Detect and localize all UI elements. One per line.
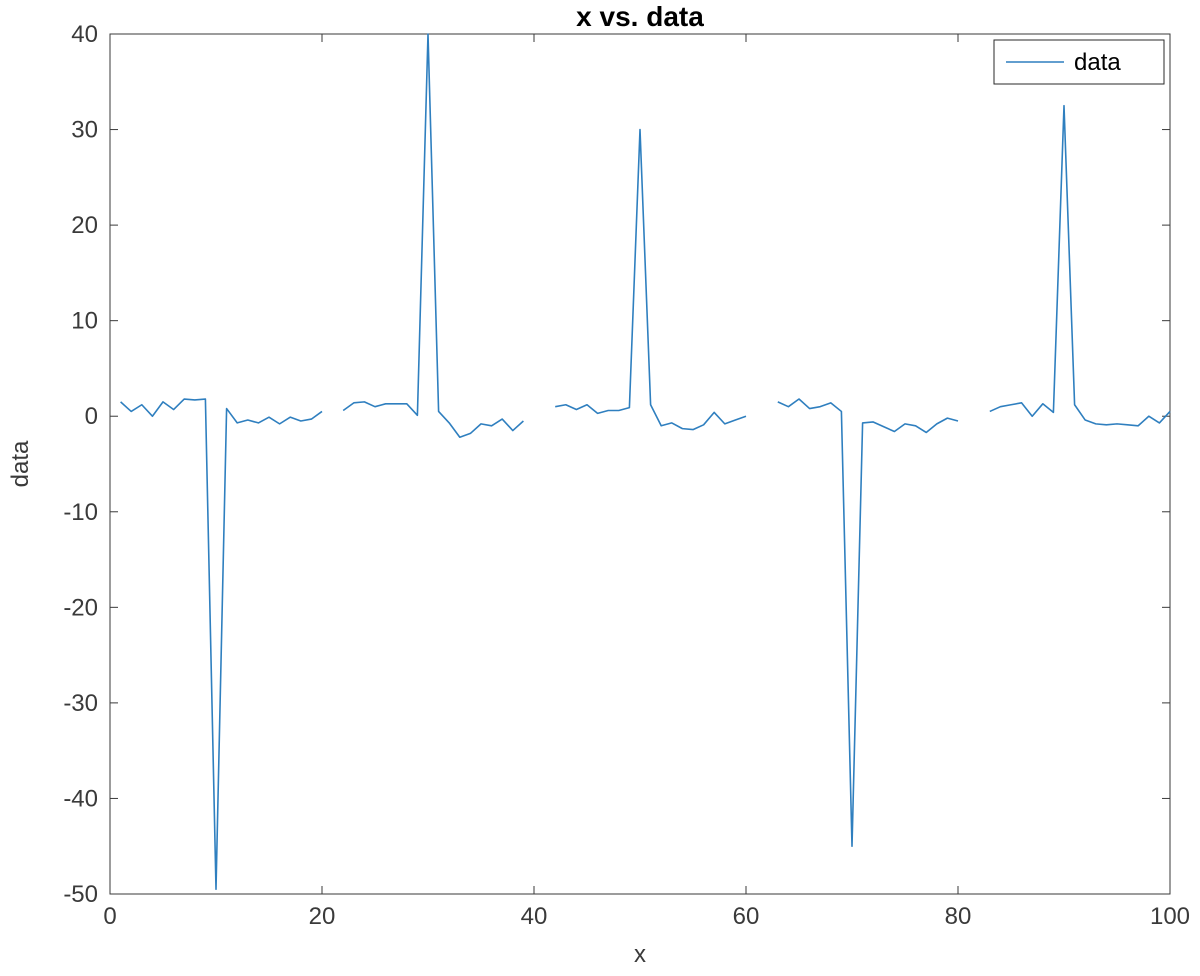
x-tick-label: 0 bbox=[103, 903, 116, 930]
chart-container: x vs. data 020406080100 -50-40-30-20-100… bbox=[0, 0, 1200, 976]
series-line-segment bbox=[121, 399, 322, 889]
y-axis-label: data bbox=[7, 440, 34, 487]
y-tick-label: -10 bbox=[63, 499, 98, 526]
legend: data bbox=[994, 40, 1164, 84]
plot-border bbox=[110, 34, 1170, 894]
y-tick-label: -50 bbox=[63, 881, 98, 908]
y-tick-label: -40 bbox=[63, 785, 98, 812]
x-ticks: 0 20 40 60 80 100 bbox=[103, 34, 1190, 930]
x-tick-label: 60 bbox=[733, 903, 760, 930]
series-line-segment bbox=[343, 34, 523, 437]
legend-entry-label: data bbox=[1074, 49, 1121, 76]
series-line-segment bbox=[778, 399, 958, 846]
y-tick-label: 40 bbox=[71, 21, 98, 48]
y-ticks: -50 -40 -30 -20 -10 0 10 20 30 40 bbox=[63, 21, 1170, 908]
y-tick-label: 10 bbox=[71, 308, 98, 335]
x-tick-label: 40 bbox=[521, 903, 548, 930]
x-tick-label: 20 bbox=[309, 903, 336, 930]
x-tick-label: 100 bbox=[1150, 903, 1190, 930]
chart-title: x vs. data bbox=[576, 1, 704, 32]
y-tick-label: -20 bbox=[63, 594, 98, 621]
plot-area: 0 20 40 60 80 100 -50 -40 -30 -20 -10 0 10 20 30 40 da… bbox=[63, 21, 1190, 930]
y-tick-label: 0 bbox=[85, 403, 98, 430]
x-tick-label: 80 bbox=[945, 903, 972, 930]
chart-svg: x vs. data 020406080100 -50-40-30-20-100… bbox=[0, 0, 1200, 976]
series-line-segment bbox=[555, 130, 746, 430]
y-tick-label: 20 bbox=[71, 212, 98, 239]
series-line-group bbox=[121, 34, 1170, 889]
y-tick-label: -30 bbox=[63, 690, 98, 717]
series-line-segment bbox=[990, 106, 1170, 426]
x-axis-label: x bbox=[634, 941, 646, 968]
y-tick-label: 30 bbox=[71, 117, 98, 144]
